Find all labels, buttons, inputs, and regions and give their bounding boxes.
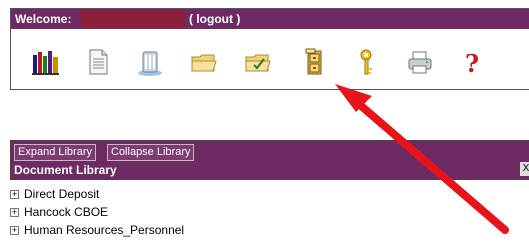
tree-item-label[interactable]: Hancock CBOE (24, 205, 108, 219)
expand-icon[interactable]: + (10, 207, 19, 217)
tree-item[interactable]: + Direct Deposit (10, 186, 310, 202)
welcome-label: Welcome: (15, 12, 72, 26)
folder-icon[interactable] (189, 47, 219, 77)
tree-item[interactable]: + Hancock CBOE (10, 204, 310, 220)
panel-title: Document Library (14, 163, 117, 177)
username-block (81, 10, 185, 28)
expand-library-button[interactable]: Expand Library (14, 144, 96, 161)
document-icon[interactable] (83, 47, 113, 77)
expand-icon[interactable]: + (10, 225, 19, 235)
tree-item-label[interactable]: Direct Deposit (24, 187, 99, 201)
key-icon[interactable] (351, 47, 381, 77)
help-icon[interactable]: ? (457, 47, 487, 77)
expand-icon[interactable]: + (10, 189, 19, 199)
tree-item[interactable]: + Human Resources_Personnel (10, 222, 310, 238)
document-library-panel: Expand Library Collapse Library Document… (10, 140, 529, 180)
books-icon[interactable] (31, 47, 61, 77)
close-icon[interactable]: X (520, 162, 529, 176)
welcome-bar: Welcome: ( logout ) (11, 9, 529, 29)
svg-text:?: ? (465, 49, 479, 77)
logout-link[interactable]: ( logout ) (189, 12, 240, 26)
collapse-library-button[interactable]: Collapse Library (107, 144, 195, 161)
library-tree: + Direct Deposit + Hancock CBOE + Human … (10, 186, 310, 240)
file-cabinet-icon[interactable] (299, 47, 329, 77)
toolbar: ? (11, 47, 529, 83)
server-icon[interactable] (135, 47, 165, 77)
folder-check-icon[interactable] (243, 47, 273, 77)
printer-icon[interactable] (405, 47, 435, 77)
tree-item-label[interactable]: Human Resources_Personnel (24, 223, 184, 237)
header-panel: Welcome: ( logout ) ? (10, 8, 529, 90)
